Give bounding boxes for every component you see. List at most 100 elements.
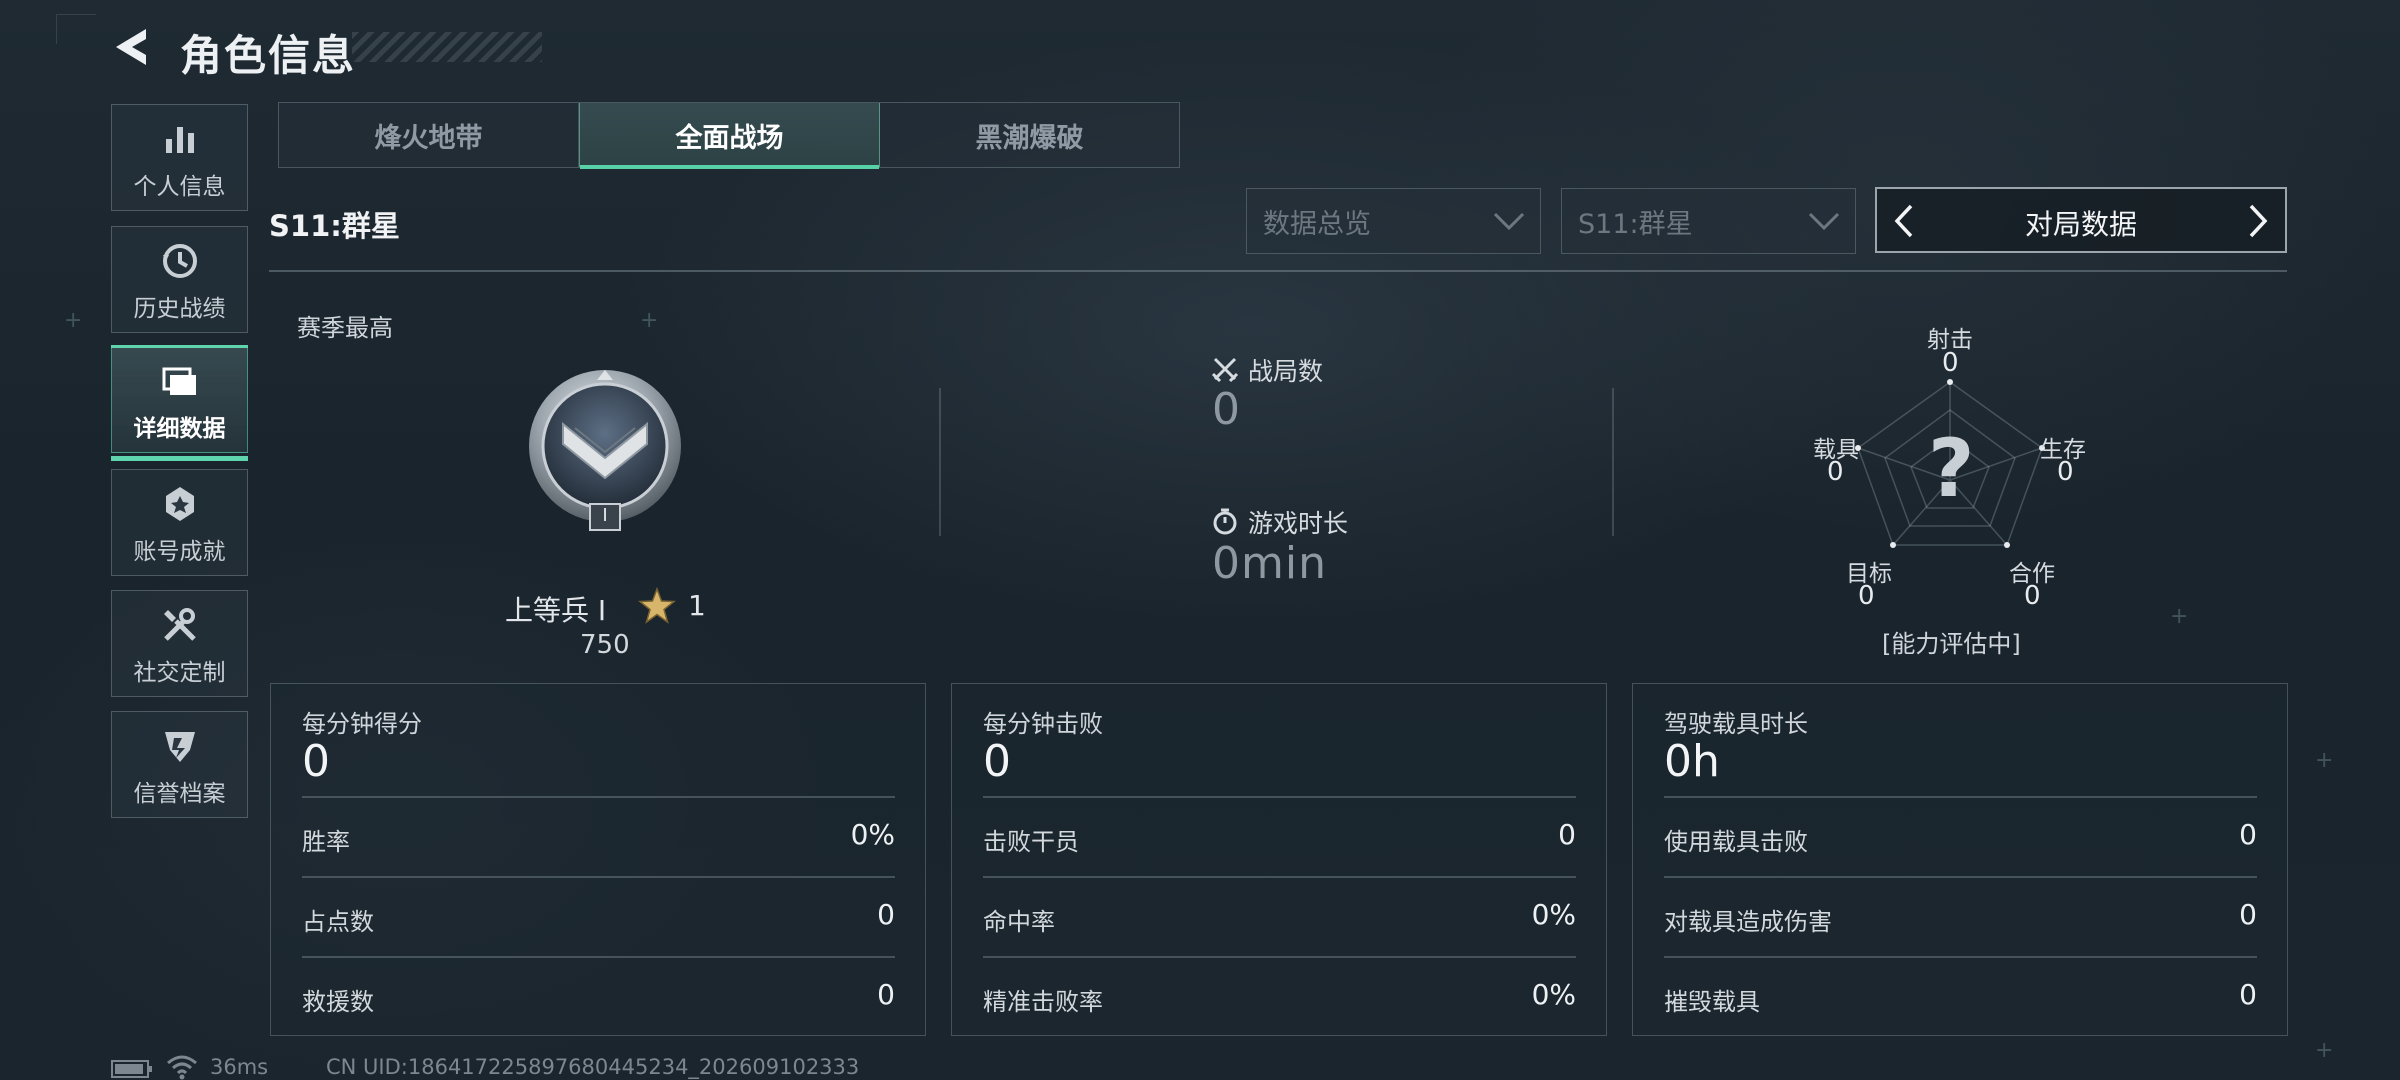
match-selector-label: 对局数据 — [2024, 208, 2137, 241]
tab-full-battlefield[interactable]: 全面战场 — [579, 103, 880, 169]
row-value: 0 — [2239, 818, 2257, 851]
row-label: 命中率 — [983, 908, 1055, 936]
mode-tabs: 烽火地带 全面战场 黑潮爆破 — [278, 102, 1180, 169]
sidebar-item-label: 社交定制 — [133, 660, 226, 686]
row-divider — [1664, 956, 2257, 958]
chevron-right-icon[interactable] — [2245, 203, 2271, 239]
card-header-value: 0 — [983, 736, 1011, 787]
matches-label: 战局数 — [1248, 357, 1324, 386]
back-arrow-icon[interactable] — [108, 24, 154, 70]
ping-indicator: 36ms — [210, 1055, 269, 1079]
crosshair-decoration: + — [2315, 1038, 2334, 1063]
dropdown-value: S11:群星 — [1578, 208, 1693, 240]
card-header-label: 驾驶载具时长 — [1664, 710, 1808, 738]
row-value: 0 — [877, 898, 895, 931]
season-best-label: 赛季最高 — [297, 314, 393, 342]
season-dropdown[interactable]: S11:群星 — [1561, 188, 1856, 254]
row-value: 0% — [1531, 898, 1576, 931]
stat-card-kills: 每分钟击败 0 击败干员 0 命中率 0% 精准击败率 0% — [951, 683, 1607, 1036]
row-label: 救援数 — [302, 988, 374, 1016]
row-value: 0 — [877, 978, 895, 1011]
page-title: 角色信息 — [180, 31, 357, 80]
rank-star-count: 1 — [688, 589, 706, 622]
sidebar-item-social[interactable]: 社交定制 — [111, 590, 248, 697]
radar-value-cooperation: 0 — [2024, 581, 2041, 611]
crossed-swords-icon — [1211, 357, 1239, 383]
row-value: 0% — [850, 818, 895, 851]
bar-chart-icon — [165, 127, 194, 153]
rank-tier-numeral: I — [602, 505, 608, 526]
achievement-icon — [165, 487, 194, 521]
row-label: 击败干员 — [983, 828, 1079, 856]
card-header-value: 0 — [302, 736, 330, 787]
star-icon — [638, 587, 676, 624]
row-label: 对载具造成伤害 — [1664, 908, 1832, 936]
detail-data-icon — [162, 367, 196, 395]
radar-value-survival: 0 — [2057, 457, 2074, 487]
tab-warzone[interactable]: 烽火地带 — [279, 103, 579, 167]
sidebar-item-label: 账号成就 — [133, 539, 226, 565]
vertical-divider — [1612, 388, 1614, 536]
overview-dropdown[interactable]: 数据总览 — [1246, 188, 1541, 254]
tab-dark-tide[interactable]: 黑潮爆破 — [880, 103, 1179, 167]
row-label: 精准击败率 — [983, 988, 1103, 1016]
radar-value-objective: 0 — [1858, 581, 1875, 611]
rank-name: 上等兵 I — [505, 594, 607, 627]
row-label: 占点数 — [302, 908, 374, 936]
row-value: 0 — [2239, 898, 2257, 931]
wifi-icon — [167, 1055, 197, 1080]
sidebar-item-detailed-data[interactable]: 详细数据 — [111, 345, 248, 461]
match-data-selector: 对局数据 — [1875, 187, 2287, 253]
row-divider — [983, 956, 1576, 958]
sidebar-item-credit[interactable]: 信誉档案 — [111, 711, 248, 818]
corner-frame-decoration — [56, 14, 96, 44]
row-divider — [302, 796, 895, 798]
sidebar-item-label: 个人信息 — [133, 174, 226, 200]
crosshair-decoration: + — [64, 308, 83, 333]
vertical-divider — [939, 388, 941, 536]
row-divider — [1664, 796, 2257, 798]
crosshair-decoration: + — [2315, 748, 2334, 773]
chevron-down-icon — [1493, 212, 1525, 231]
battery-icon — [111, 1060, 152, 1078]
sidebar-item-personal-info[interactable]: 个人信息 — [111, 104, 248, 211]
rank-points: 750 — [580, 630, 630, 660]
active-indicator — [111, 345, 248, 348]
row-label: 使用载具击败 — [1664, 828, 1808, 856]
row-divider — [983, 796, 1576, 798]
title-stripes-decoration — [352, 32, 542, 62]
row-divider — [302, 876, 895, 878]
sidebar-item-label: 信誉档案 — [133, 781, 226, 807]
tools-icon — [163, 608, 196, 641]
season-title: S11:群星 — [269, 209, 400, 243]
row-divider — [983, 876, 1576, 878]
row-divider — [302, 956, 895, 958]
stat-card-vehicle: 驾驶载具时长 0h 使用载具击败 0 对载具造成伤害 0 摧毁载具 0 — [1632, 683, 2288, 1036]
row-divider — [1664, 876, 2257, 878]
radar-center-mark: ? — [1928, 422, 1975, 515]
playtime-value: 0min — [1212, 538, 1327, 589]
sidebar-item-achievements[interactable]: 账号成就 — [111, 469, 248, 576]
matches-value: 0 — [1212, 384, 1241, 435]
row-label: 胜率 — [302, 828, 350, 856]
row-value: 0% — [1531, 978, 1576, 1011]
radar-status: [能力评估中] — [1882, 630, 2021, 658]
playtime-label: 游戏时长 — [1248, 509, 1349, 538]
active-indicator — [111, 456, 248, 461]
card-header-label: 每分钟击败 — [983, 710, 1103, 738]
radar-value-vehicle: 0 — [1827, 457, 1844, 487]
row-label: 摧毁载具 — [1664, 988, 1760, 1016]
chevron-down-icon — [1808, 212, 1840, 231]
dropdown-value: 数据总览 — [1263, 208, 1371, 240]
sidebar-item-label: 历史战绩 — [133, 296, 226, 322]
sidebar-item-label: 详细数据 — [133, 416, 226, 442]
row-value: 0 — [2239, 978, 2257, 1011]
row-value: 0 — [1558, 818, 1576, 851]
user-uid: CN UID:18641722589768044523​4_2026091023… — [326, 1055, 860, 1079]
history-icon — [162, 244, 197, 278]
crosshair-decoration: + — [2170, 604, 2189, 629]
sidebar-item-history[interactable]: 历史战绩 — [111, 226, 248, 333]
stopwatch-icon — [1213, 508, 1237, 535]
crosshair-decoration: + — [640, 308, 659, 333]
card-header-label: 每分钟得分 — [302, 710, 422, 738]
